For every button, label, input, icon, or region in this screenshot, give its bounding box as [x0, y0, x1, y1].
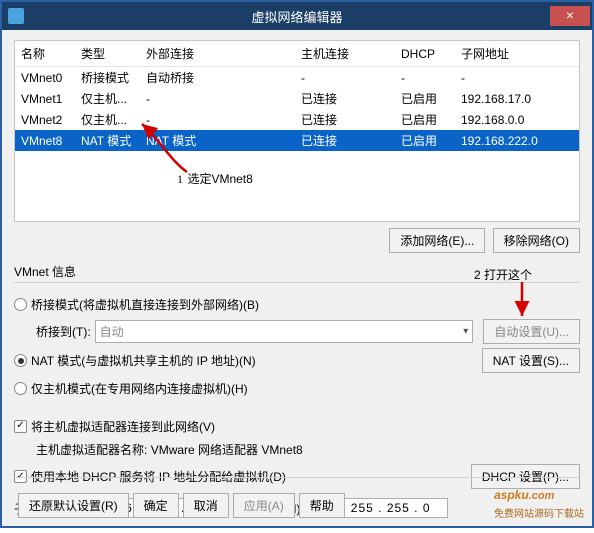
ok-button[interactable]: 确定	[133, 493, 179, 518]
col-type[interactable]: 类型	[75, 41, 140, 67]
annotation-arrow-2	[512, 282, 532, 325]
table-row-selected[interactable]: VMnet8NAT 模式NAT 模式已连接已启用192.168.222.0	[15, 130, 579, 151]
restore-defaults-button[interactable]: 还原默认设置(R)	[18, 493, 129, 518]
radio-hostonly[interactable]	[14, 382, 27, 395]
radio-bridge-label: 桥接模式(将虚拟机直接连接到外部网络)(B)	[31, 296, 259, 313]
check-host-adapter-label: 将主机虚拟适配器连接到此网络(V)	[31, 418, 215, 435]
bridge-select: 自动▾	[95, 320, 474, 343]
col-name[interactable]: 名称	[15, 41, 75, 67]
annotation-1: 1 选定VMnet8	[177, 170, 253, 188]
apply-button: 应用(A)	[233, 493, 295, 518]
annotation-arrow-1	[132, 122, 192, 177]
help-button[interactable]: 帮助	[299, 493, 345, 518]
network-table[interactable]: 名称 类型 外部连接 主机连接 DHCP 子网地址 VMnet0桥接模式自动桥接…	[14, 40, 580, 222]
table-row[interactable]: VMnet2仅主机...-已连接已启用192.168.0.0	[15, 109, 579, 130]
table-row[interactable]: VMnet1仅主机...-已连接已启用192.168.17.0	[15, 88, 579, 109]
check-host-adapter[interactable]	[14, 420, 27, 433]
adapter-name-label: 主机虚拟适配器名称:	[36, 443, 147, 457]
radio-bridge[interactable]	[14, 298, 27, 311]
radio-hostonly-label: 仅主机模式(在专用网络内连接虚拟机)(H)	[31, 380, 248, 397]
bridge-to-label: 桥接到(T):	[36, 323, 91, 340]
radio-nat[interactable]	[14, 354, 27, 367]
cancel-button[interactable]: 取消	[183, 493, 229, 518]
adapter-name-value: VMware 网络适配器 VMnet8	[151, 443, 303, 457]
nat-settings-button[interactable]: NAT 设置(S)...	[482, 348, 580, 373]
col-subnet[interactable]: 子网地址	[455, 41, 579, 67]
window-title: 虚拟网络编辑器	[2, 7, 592, 26]
table-row[interactable]: VMnet0桥接模式自动桥接---	[15, 67, 579, 89]
radio-nat-label: NAT 模式(与虚拟机共享主机的 IP 地址)(N)	[31, 352, 256, 369]
col-ext[interactable]: 外部连接	[140, 41, 295, 67]
add-network-button[interactable]: 添加网络(E)...	[389, 228, 485, 253]
annotation-2: 2 打开这个	[474, 266, 532, 283]
titlebar: 虚拟网络编辑器 ×	[2, 2, 592, 30]
remove-network-button[interactable]: 移除网络(O)	[493, 228, 580, 253]
col-dhcp[interactable]: DHCP	[395, 41, 455, 67]
chevron-down-icon: ▾	[463, 326, 468, 337]
col-host[interactable]: 主机连接	[295, 41, 395, 67]
